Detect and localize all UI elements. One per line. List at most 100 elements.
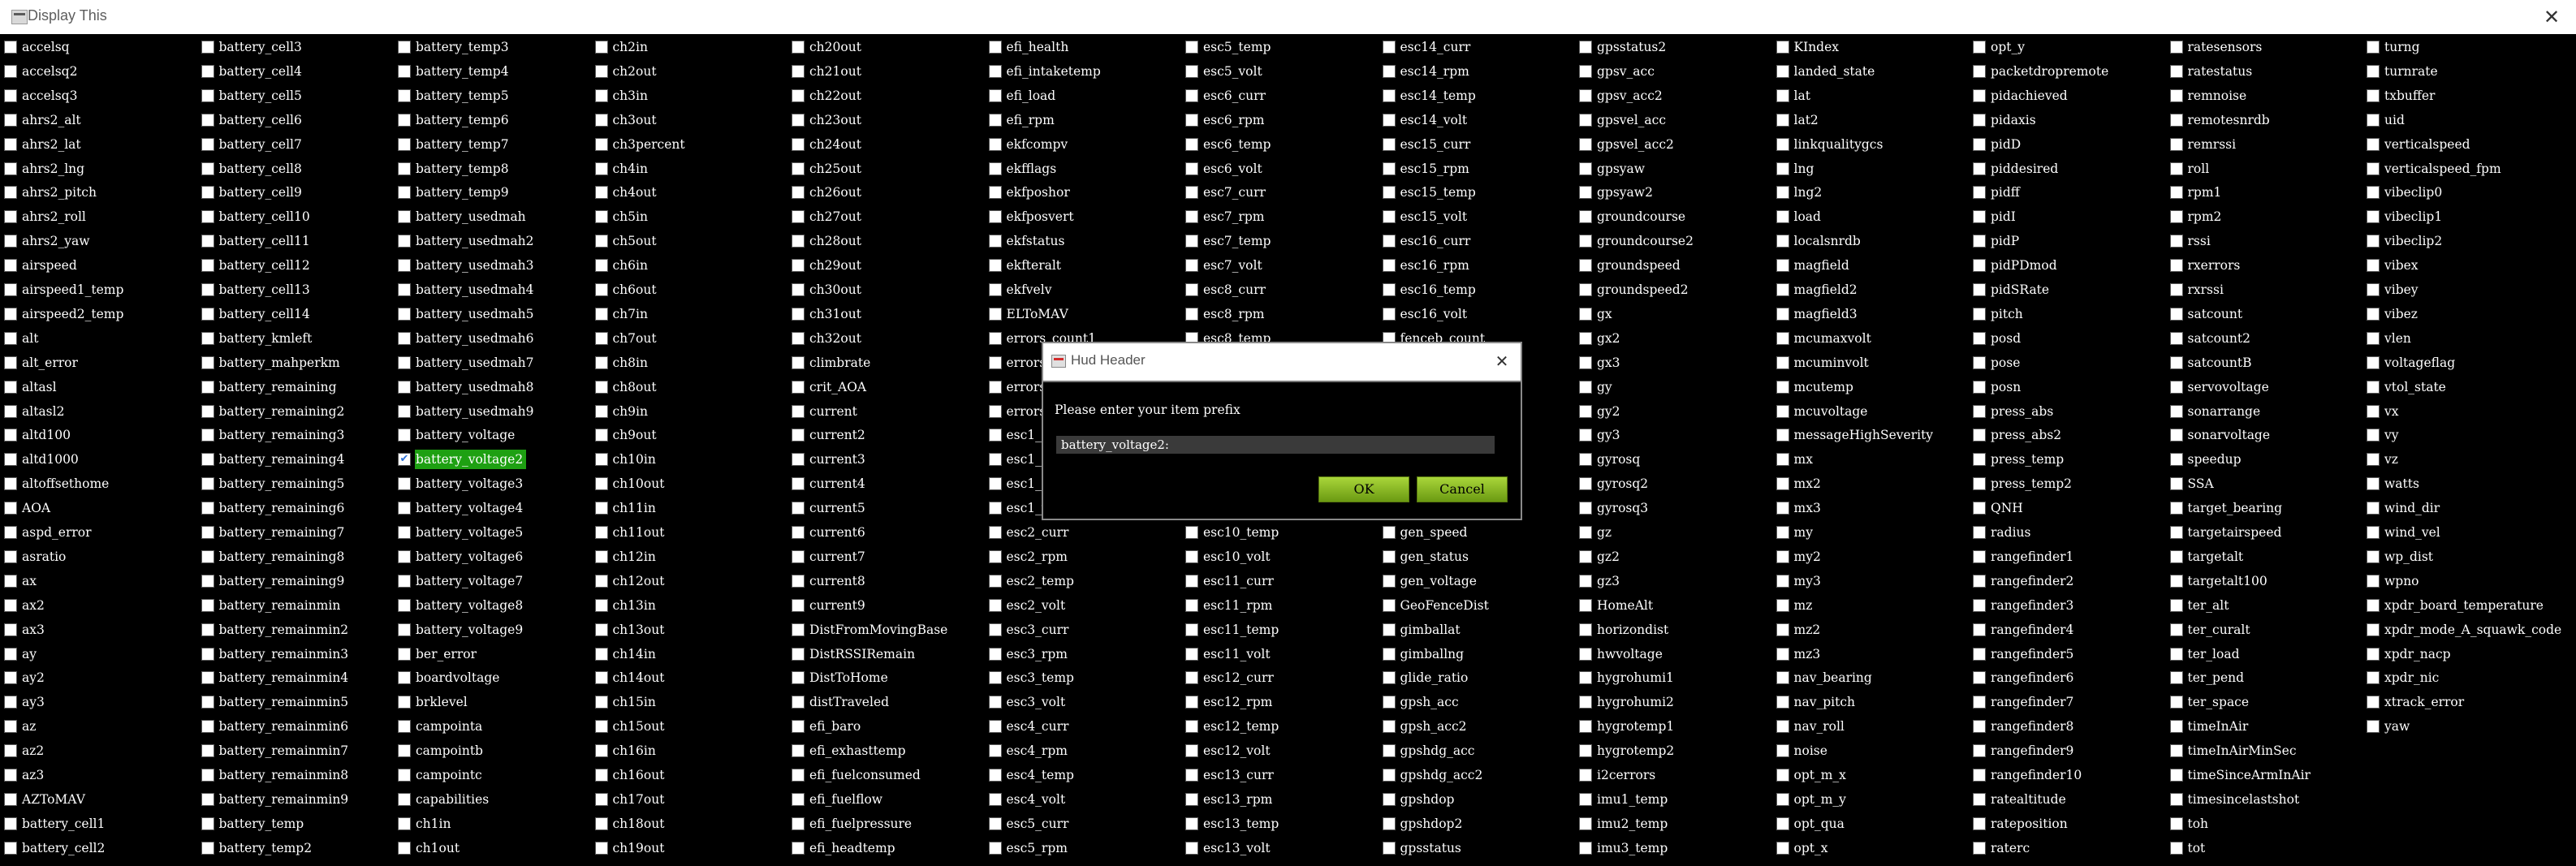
checkbox[interactable] [1776, 64, 1789, 78]
checkbox[interactable] [988, 210, 1002, 224]
checkbox[interactable] [4, 696, 17, 709]
checkbox[interactable] [2169, 477, 2183, 491]
checkbox[interactable] [1973, 623, 1986, 636]
checkbox[interactable] [1776, 210, 1789, 224]
checkbox[interactable] [201, 816, 214, 830]
checkbox[interactable] [398, 841, 411, 855]
checkbox[interactable] [2367, 283, 2380, 296]
checkbox[interactable] [2169, 526, 2183, 539]
checkbox[interactable] [1776, 355, 1789, 369]
checkbox[interactable] [988, 647, 1002, 661]
checkbox[interactable] [1382, 88, 1396, 102]
checkbox[interactable] [201, 744, 214, 758]
checkbox[interactable] [988, 113, 1002, 127]
check-icon[interactable]: ✔ [398, 453, 411, 467]
checkbox[interactable] [1776, 477, 1789, 491]
checkbox[interactable] [1382, 162, 1396, 175]
checkbox[interactable] [1579, 137, 1592, 151]
checkbox[interactable] [988, 574, 1002, 588]
checkbox[interactable] [988, 88, 1002, 102]
checkbox[interactable] [1382, 696, 1396, 709]
checkbox[interactable] [201, 283, 214, 296]
checkbox[interactable] [2169, 671, 2183, 685]
checkbox[interactable] [792, 307, 805, 321]
checkbox[interactable] [792, 453, 805, 467]
checkbox[interactable] [4, 526, 17, 539]
checkbox[interactable] [988, 235, 1002, 248]
checkbox[interactable] [594, 307, 608, 321]
checkbox[interactable] [1382, 744, 1396, 758]
checkbox[interactable] [4, 64, 17, 78]
checkbox[interactable] [1185, 41, 1198, 54]
checkbox[interactable] [398, 477, 411, 491]
checkbox[interactable] [398, 64, 411, 78]
checkbox[interactable] [792, 404, 805, 418]
checkbox[interactable] [4, 816, 17, 830]
checkbox[interactable] [1185, 598, 1198, 612]
checkbox[interactable] [1973, 186, 1986, 200]
checkbox[interactable] [4, 186, 17, 200]
checkbox[interactable] [594, 623, 608, 636]
checkbox[interactable] [988, 259, 1002, 273]
checkbox[interactable] [1382, 64, 1396, 78]
checkbox[interactable] [398, 210, 411, 224]
checkbox[interactable] [4, 647, 17, 661]
checkbox[interactable] [1579, 502, 1592, 515]
checkbox[interactable] [1579, 477, 1592, 491]
checkbox[interactable] [2367, 64, 2380, 78]
checkbox[interactable] [398, 331, 411, 345]
checkbox[interactable] [1579, 647, 1592, 661]
checkbox[interactable] [1185, 841, 1198, 855]
checkbox[interactable] [1776, 647, 1789, 661]
checkbox[interactable] [1579, 549, 1592, 563]
checkbox[interactable] [2169, 744, 2183, 758]
checkbox[interactable] [201, 41, 214, 54]
checkbox[interactable] [1579, 331, 1592, 345]
checkbox[interactable] [1579, 574, 1592, 588]
checkbox[interactable] [2169, 380, 2183, 394]
checkbox[interactable] [2367, 88, 2380, 102]
checkbox[interactable] [1382, 307, 1396, 321]
checkbox[interactable] [1776, 137, 1789, 151]
checkbox[interactable] [1973, 41, 1986, 54]
checkbox[interactable] [2169, 502, 2183, 515]
checkbox[interactable] [1185, 792, 1198, 806]
checkbox[interactable] [988, 137, 1002, 151]
checkbox[interactable] [1382, 186, 1396, 200]
checkbox[interactable] [2169, 88, 2183, 102]
checkbox[interactable] [1382, 526, 1396, 539]
window-close-button[interactable]: ✕ [2539, 4, 2565, 30]
checkbox[interactable] [1579, 186, 1592, 200]
checkbox[interactable] [1185, 186, 1198, 200]
checkbox[interactable] [1973, 331, 1986, 345]
checkbox[interactable] [1185, 88, 1198, 102]
checkbox[interactable] [792, 841, 805, 855]
checkbox[interactable] [2169, 696, 2183, 709]
checkbox[interactable] [1382, 671, 1396, 685]
checkbox[interactable] [201, 259, 214, 273]
checkbox[interactable] [4, 307, 17, 321]
checkbox[interactable] [1382, 113, 1396, 127]
checkbox[interactable] [1382, 574, 1396, 588]
checkbox[interactable] [988, 186, 1002, 200]
checkbox[interactable] [594, 792, 608, 806]
checkbox[interactable] [1776, 88, 1789, 102]
checkbox[interactable] [398, 355, 411, 369]
checkbox[interactable] [1776, 307, 1789, 321]
checkbox[interactable] [201, 137, 214, 151]
checkbox[interactable] [1973, 404, 1986, 418]
dialog-close-button[interactable]: ✕ [1490, 349, 1514, 373]
checkbox[interactable] [988, 404, 1002, 418]
checkbox[interactable] [594, 235, 608, 248]
checkbox[interactable] [4, 88, 17, 102]
checkbox[interactable] [398, 186, 411, 200]
checkbox[interactable] [792, 696, 805, 709]
checkbox[interactable] [1185, 113, 1198, 127]
checkbox[interactable] [1973, 574, 1986, 588]
checkbox[interactable] [1382, 137, 1396, 151]
checkbox[interactable] [2169, 137, 2183, 151]
checkbox[interactable] [1185, 574, 1198, 588]
checkbox[interactable] [988, 502, 1002, 515]
checkbox[interactable] [988, 744, 1002, 758]
checkbox[interactable] [1973, 259, 1986, 273]
